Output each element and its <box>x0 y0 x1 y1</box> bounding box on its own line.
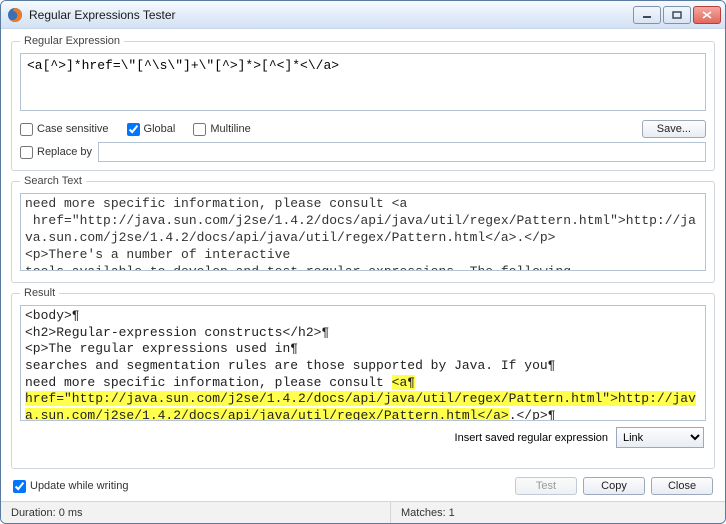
minimize-button[interactable] <box>633 6 661 24</box>
result-legend: Result <box>20 287 59 299</box>
close-window-button[interactable] <box>693 6 721 24</box>
regex-fieldset: Regular Expression <a[^>]*href=\"[^\s\"]… <box>11 35 715 171</box>
replace-input[interactable] <box>98 142 706 162</box>
copy-button[interactable]: Copy <box>583 477 645 495</box>
statusbar: Duration: 0 ms Matches: 1 <box>1 501 725 523</box>
titlebar[interactable]: Regular Expressions Tester <box>1 1 725 29</box>
save-button[interactable]: Save... <box>642 120 706 138</box>
window-title: Regular Expressions Tester <box>29 8 633 22</box>
status-duration: Duration: 0 ms <box>1 502 391 523</box>
close-button[interactable]: Close <box>651 477 713 495</box>
replace-by-label: Replace by <box>37 146 92 158</box>
search-text-input[interactable]: need more specific information, please c… <box>20 193 706 271</box>
saved-regex-select[interactable]: Link <box>616 427 704 448</box>
result-output[interactable]: <body>¶ <h2>Regular-expression construct… <box>20 305 706 421</box>
search-text-legend: Search Text <box>20 175 86 187</box>
replace-by-checkbox[interactable] <box>20 146 33 159</box>
search-text-fieldset: Search Text need more specific informati… <box>11 175 715 283</box>
update-while-writing-label: Update while writing <box>30 480 128 492</box>
update-while-writing-checkbox[interactable] <box>13 480 26 493</box>
multiline-checkbox[interactable] <box>193 123 206 136</box>
case-sensitive-label: Case sensitive <box>37 123 109 135</box>
insert-saved-label: Insert saved regular expression <box>455 432 608 444</box>
test-button[interactable]: Test <box>515 477 577 495</box>
global-label: Global <box>144 123 176 135</box>
result-prefix: <body>¶ <h2>Regular-expression construct… <box>25 308 556 390</box>
status-matches: Matches: 1 <box>391 502 725 523</box>
multiline-label: Multiline <box>210 123 250 135</box>
app-window: Regular Expressions Tester Regular Expre… <box>0 0 726 524</box>
result-fieldset: Result <body>¶ <h2>Regular-expression co… <box>11 287 715 469</box>
regex-input[interactable]: <a[^>]*href=\"[^\s\"]+\"[^>]*>[^<]*<\/a> <box>20 53 706 111</box>
case-sensitive-checkbox[interactable] <box>20 123 33 136</box>
maximize-button[interactable] <box>663 6 691 24</box>
global-checkbox[interactable] <box>127 123 140 136</box>
regex-legend: Regular Expression <box>20 35 124 47</box>
firefox-icon <box>7 7 23 23</box>
